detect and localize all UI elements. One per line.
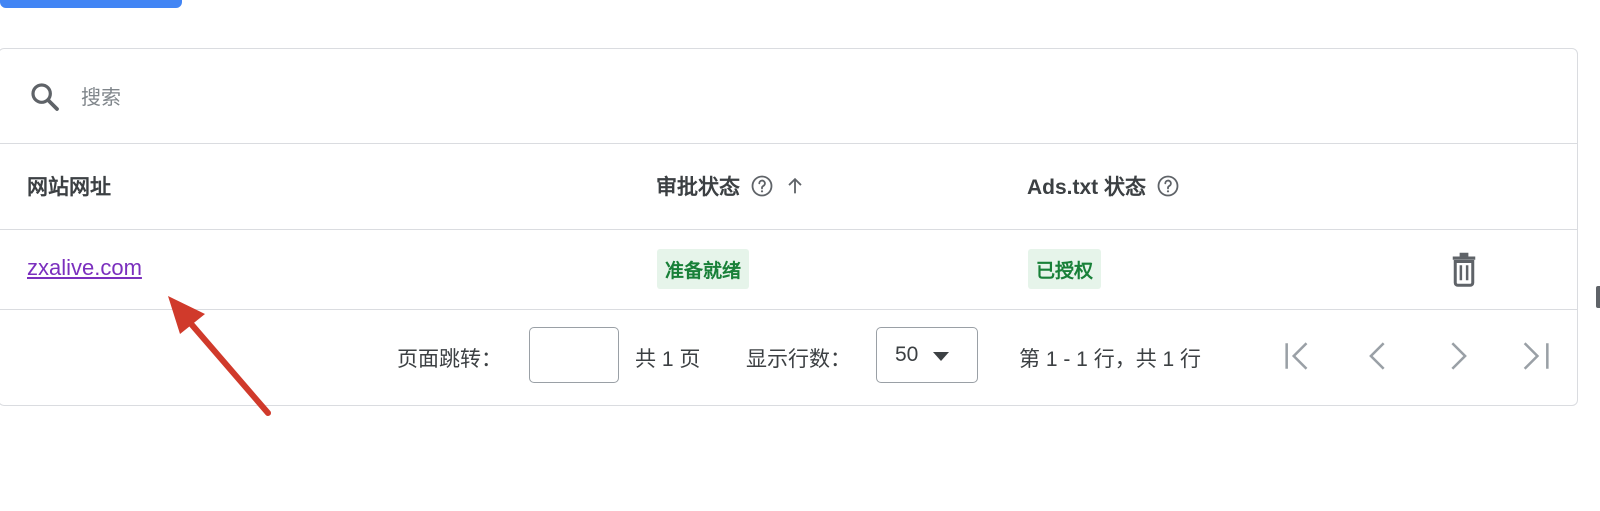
help-circle-icon[interactable] — [1156, 174, 1180, 198]
column-label-site-url: 网站网址 — [27, 176, 111, 199]
approval-status-badge: 准备就绪 — [657, 249, 750, 289]
total-pages-label: 共 1 页 — [635, 348, 701, 371]
ads-txt-status-badge: 已授权 — [1028, 249, 1102, 289]
trash-icon[interactable] — [1449, 251, 1479, 287]
last-page-icon[interactable] — [1519, 339, 1553, 373]
page-jump-input[interactable] — [529, 327, 619, 383]
sites-table-card: 网站网址 审批状态 Ads.txt 状态 zxalive.com 准 — [0, 48, 1578, 406]
column-header-ads-txt-status[interactable]: Ads.txt 状态 — [1027, 143, 1180, 229]
chevron-right-icon[interactable] — [1441, 339, 1475, 373]
column-label-approval-status: 审批状态 — [656, 176, 740, 199]
row-range-label: 第 1 - 1 行，共 1 行 — [1019, 348, 1202, 371]
first-page-icon[interactable] — [1281, 339, 1315, 373]
column-header-site-url[interactable]: 网站网址 — [27, 143, 111, 229]
chevron-left-icon[interactable] — [1361, 339, 1395, 373]
table-header: 网站网址 审批状态 Ads.txt 状态 — [0, 143, 1577, 230]
arrow-up-icon[interactable] — [784, 175, 806, 197]
primary-button[interactable] — [0, 0, 182, 8]
column-label-ads-txt-status: Ads.txt 状态 — [1027, 176, 1147, 199]
rows-per-page-select[interactable]: 50 — [876, 327, 978, 383]
site-url-link[interactable]: zxalive.com — [27, 255, 142, 281]
column-header-approval-status[interactable]: 审批状态 — [656, 143, 806, 229]
search-icon — [31, 83, 59, 111]
scrollbar-handle[interactable] — [1596, 286, 1600, 308]
table-row: zxalive.com 准备就绪 已授权 — [0, 229, 1577, 310]
search-input[interactable] — [79, 77, 683, 119]
page-jump-label: 页面跳转： — [397, 348, 502, 371]
search-bar — [0, 49, 1577, 144]
rows-per-page-label: 显示行数： — [746, 348, 851, 371]
pagination-bar: 页面跳转： 共 1 页 显示行数： 50 第 1 - 1 行，共 1 行 — [0, 309, 1577, 405]
help-circle-icon[interactable] — [750, 174, 774, 198]
rows-per-page-value: 50 — [895, 343, 919, 366]
caret-down-icon — [933, 352, 949, 361]
